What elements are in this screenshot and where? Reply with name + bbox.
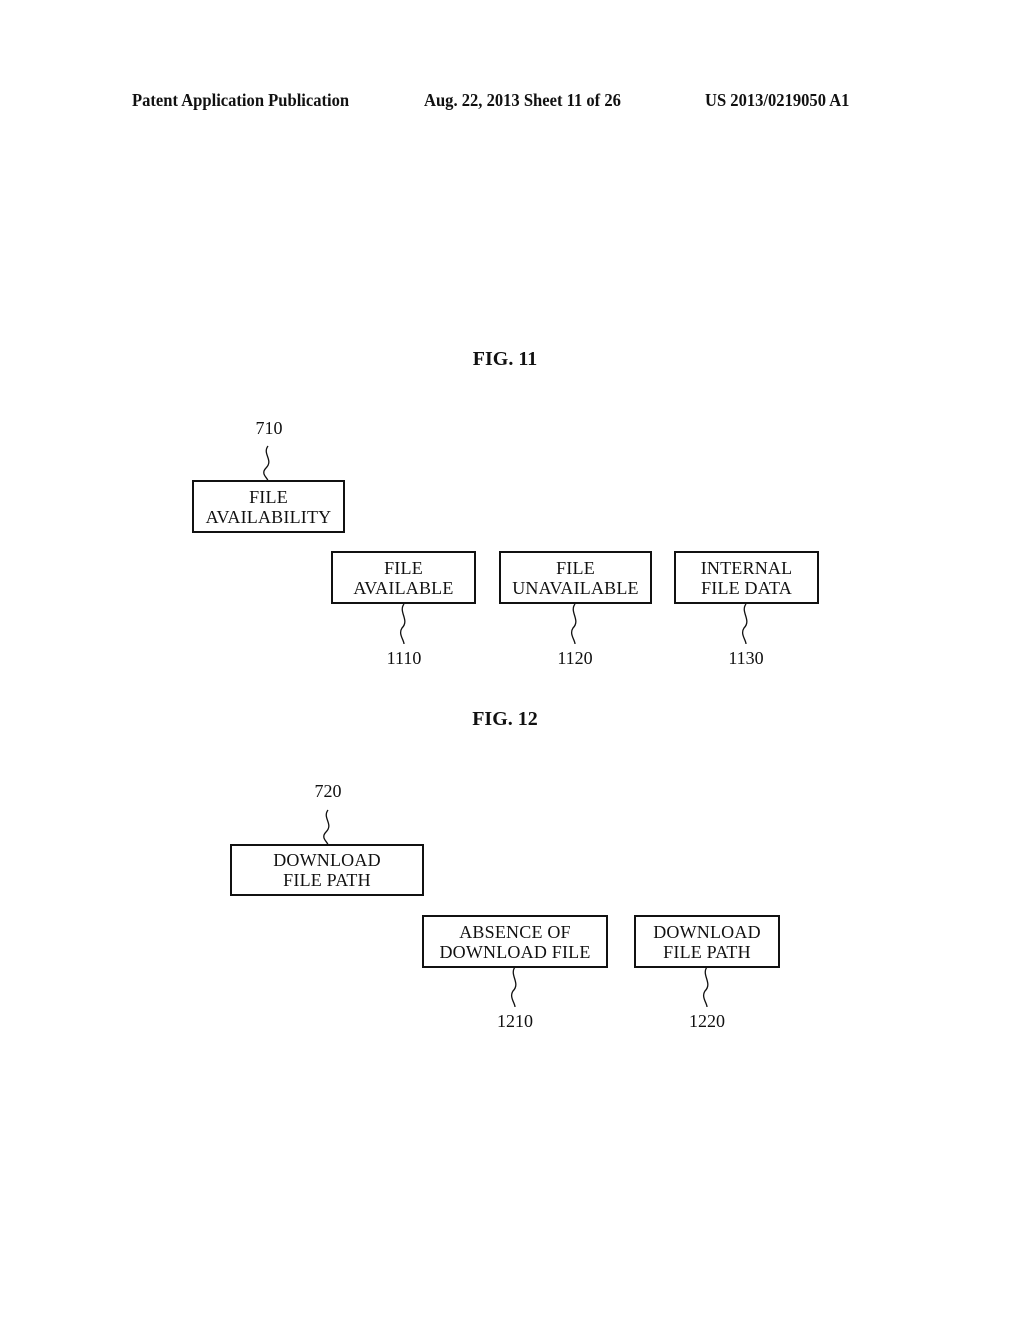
file-availability-box: FILE AVAILABILITY (192, 480, 345, 533)
box-line: ABSENCE OF (459, 921, 571, 942)
leader-1120 (570, 603, 577, 645)
absence-of-download-file-box: ABSENCE OF DOWNLOAD FILE (422, 915, 608, 968)
fig11-title: FIG. 11 (472, 348, 538, 370)
box-line: FILE DATA (701, 577, 792, 598)
box-line: AVAILABLE (353, 577, 454, 598)
ref-720: 720 (314, 781, 342, 801)
box-line: AVAILABILITY (205, 506, 332, 527)
ref-710: 710 (255, 418, 283, 438)
ref-1210: 1210 (497, 1011, 533, 1031)
patent-number: US 2013/0219050 A1 (705, 90, 850, 110)
box-line: DOWNLOAD FILE (439, 941, 591, 962)
download-file-path-child-box: DOWNLOAD FILE PATH (634, 915, 780, 968)
leader-720 (323, 809, 330, 846)
file-available-box: FILE AVAILABLE (331, 551, 476, 604)
publication-label: Patent Application Publication (132, 90, 350, 110)
internal-file-data-box: INTERNAL FILE DATA (674, 551, 819, 604)
leader-1110 (399, 603, 406, 645)
box-line: FILE (249, 486, 288, 507)
box-line: FILE PATH (663, 941, 751, 962)
date-sheet-label: Aug. 22, 2013 Sheet 11 of 26 (424, 90, 621, 110)
fig12-title: FIG. 12 (472, 708, 538, 730)
ref-1120: 1120 (557, 648, 593, 668)
leader-1210 (510, 966, 517, 1008)
file-unavailable-box: FILE UNAVAILABLE (499, 551, 652, 604)
ref-1130: 1130 (728, 648, 764, 668)
ref-1220: 1220 (689, 1011, 725, 1031)
leader-1130 (741, 603, 748, 645)
box-line: DOWNLOAD (273, 850, 381, 870)
leader-lines (263, 445, 748, 1008)
box-line: INTERNAL (700, 557, 793, 578)
box-line: FILE (384, 557, 423, 578)
box-line: FILE PATH (283, 870, 371, 890)
leader-710 (263, 445, 270, 482)
box-line: FILE (556, 557, 595, 578)
box-line: DOWNLOAD (653, 921, 761, 942)
box-line: UNAVAILABLE (512, 577, 639, 598)
leader-1220 (702, 966, 709, 1008)
download-file-path-box: DOWNLOAD FILE PATH (230, 844, 424, 896)
ref-1110: 1110 (386, 648, 422, 668)
